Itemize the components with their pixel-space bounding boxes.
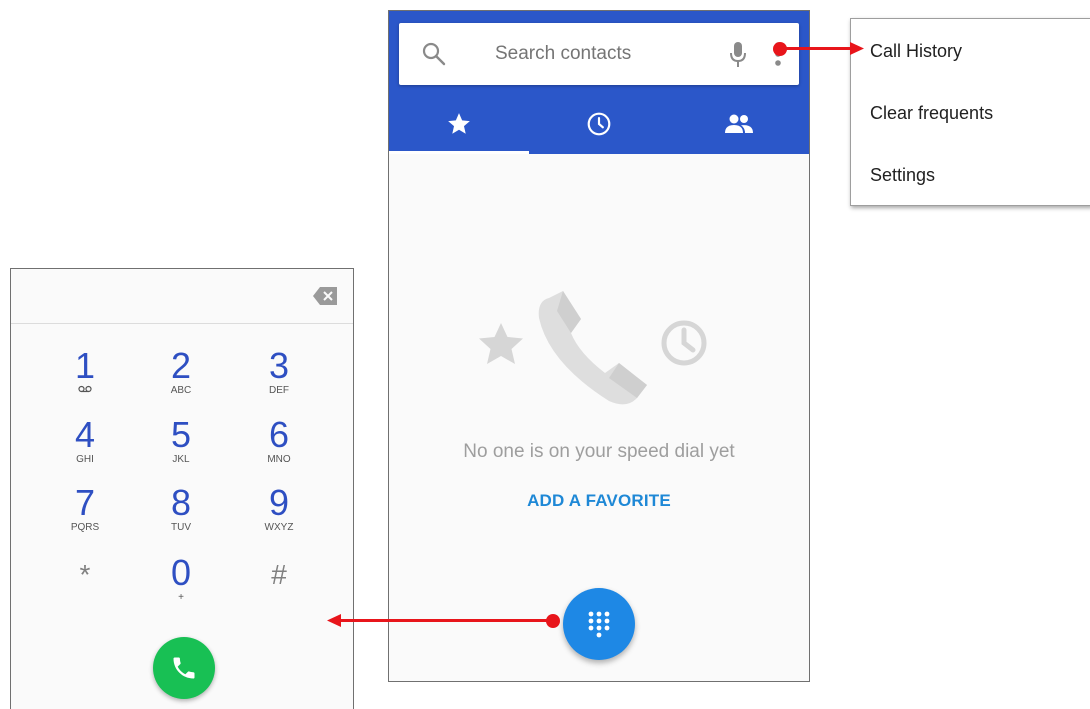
call-button[interactable] bbox=[153, 637, 215, 699]
dialed-number-field[interactable] bbox=[11, 269, 353, 324]
dialpad-key-0[interactable]: 0 + bbox=[141, 555, 221, 604]
dialpad-key-3[interactable]: 3 DEF bbox=[239, 348, 319, 397]
dialpad-key-5[interactable]: 5 JKL bbox=[141, 417, 221, 466]
menu-item-settings[interactable]: Settings bbox=[870, 165, 935, 186]
annotation-arrowhead-menu bbox=[850, 42, 864, 55]
dialpad-key-2[interactable]: 2 ABC bbox=[141, 348, 221, 397]
dialpad-screen: 1 2 ABC 3 DEF 4 GHI 5 JKL 6 MNO 7 PQRS 8… bbox=[10, 268, 354, 709]
tab-recents[interactable] bbox=[529, 99, 669, 154]
star-icon bbox=[446, 111, 472, 142]
empty-state-message: No one is on your speed dial yet bbox=[463, 441, 735, 462]
dialpad-key-star[interactable]: * bbox=[45, 555, 125, 595]
backspace-icon[interactable] bbox=[313, 287, 337, 310]
phone-main-screen: Search contacts No one is on your speed … bbox=[388, 10, 810, 682]
search-bar[interactable]: Search contacts bbox=[399, 23, 799, 85]
dialpad-key-pound[interactable]: # bbox=[239, 555, 319, 595]
add-favorite-button[interactable]: ADD A FAVORITE bbox=[389, 491, 809, 511]
dialpad-key-9[interactable]: 9 WXYZ bbox=[239, 485, 319, 534]
annotation-arrow-dialpad bbox=[338, 619, 552, 622]
clock-icon bbox=[586, 111, 612, 142]
dialpad-key-6[interactable]: 6 MNO bbox=[239, 417, 319, 466]
menu-item-clear-frequents[interactable]: Clear frequents bbox=[870, 103, 993, 124]
tab-speed-dial[interactable] bbox=[389, 99, 529, 154]
annotation-arrowhead-dialpad bbox=[327, 614, 341, 627]
tab-bar bbox=[389, 99, 809, 154]
annotation-arrow-menu bbox=[780, 47, 852, 50]
dialpad-fab-button[interactable] bbox=[563, 588, 635, 660]
overflow-menu: Call History Clear frequents Settings bbox=[850, 18, 1090, 206]
search-icon[interactable] bbox=[421, 41, 447, 72]
voicemail-icon bbox=[45, 385, 125, 397]
tab-contacts[interactable] bbox=[669, 99, 809, 154]
speed-dial-empty-illustration bbox=[479, 283, 719, 418]
menu-item-call-history[interactable]: Call History bbox=[870, 41, 962, 62]
dialpad-key-7[interactable]: 7 PQRS bbox=[45, 485, 125, 534]
app-bar: Search contacts bbox=[389, 11, 809, 154]
search-input[interactable]: Search contacts bbox=[495, 23, 631, 85]
dialpad-key-1[interactable]: 1 bbox=[45, 348, 125, 397]
people-icon bbox=[724, 113, 754, 140]
dialpad-key-4[interactable]: 4 GHI bbox=[45, 417, 125, 466]
microphone-icon[interactable] bbox=[729, 41, 747, 74]
dialpad-key-8[interactable]: 8 TUV bbox=[141, 485, 221, 534]
